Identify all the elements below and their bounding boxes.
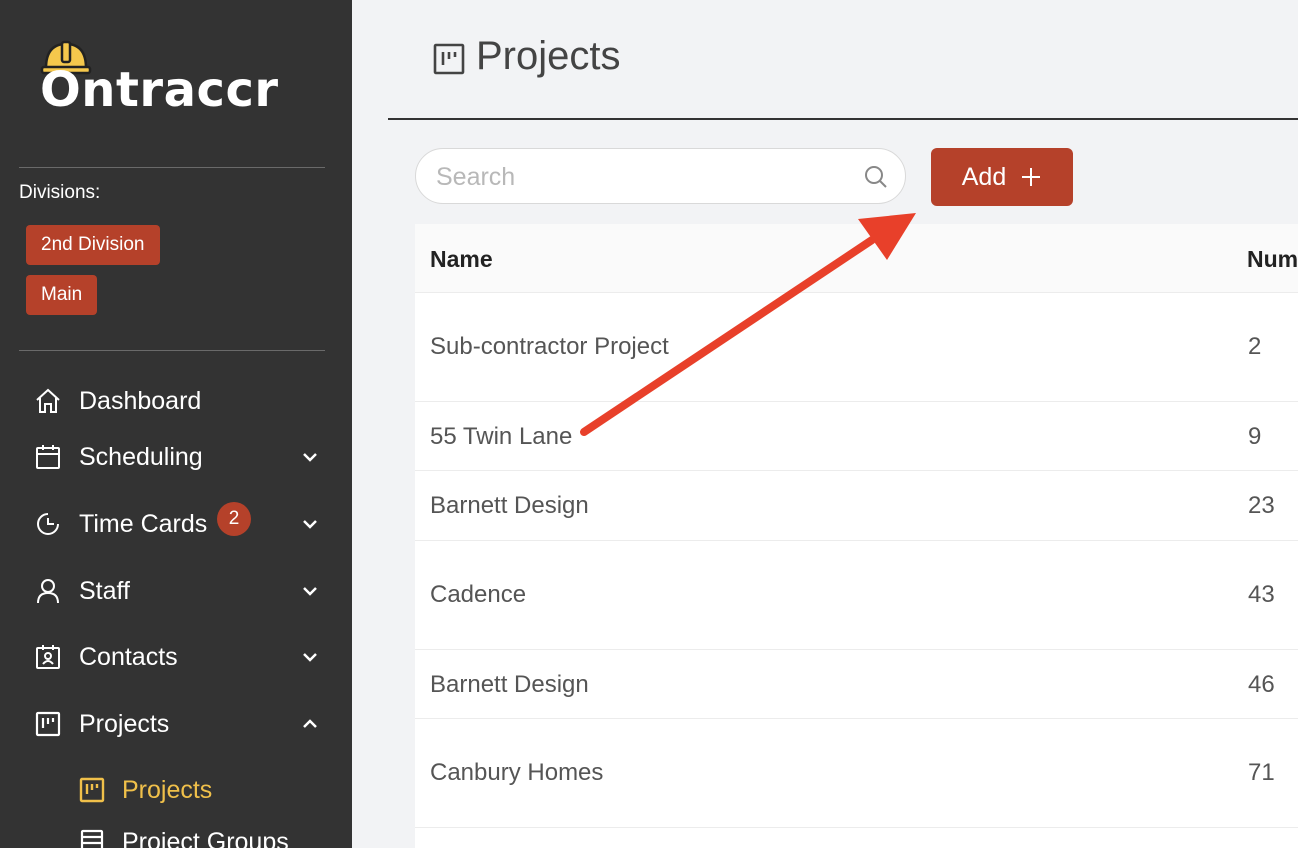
table-row[interactable]: Barnett Design 23 <box>415 471 1298 541</box>
projects-table: Name Num Sub-contractor Project 2 55 Twi… <box>415 224 1298 848</box>
division-tag-2nd-division[interactable]: 2nd Division <box>26 225 160 265</box>
chevron-down-icon[interactable] <box>300 447 320 467</box>
sidebar-item-dashboard[interactable]: Dashboard <box>0 379 352 423</box>
cell-name: Sub-contractor Project <box>430 333 669 360</box>
column-header-number[interactable]: Num <box>1247 246 1298 273</box>
sidebar-item-scheduling[interactable]: Scheduling <box>0 435 352 479</box>
page-title: Projects <box>476 34 621 78</box>
logo-text: Ontraccr <box>40 62 279 118</box>
table-header: Name Num <box>415 224 1298 293</box>
sidebar-subitem-label: Projects <box>122 775 213 804</box>
table-row[interactable]: Barnett Design 46 <box>415 650 1298 719</box>
projects-icon <box>78 776 106 804</box>
sidebar: Ontraccr Divisions: 2nd Division Main Da… <box>0 0 352 848</box>
cell-number: 2 <box>1248 333 1262 360</box>
sidebar-item-projects[interactable]: Projects <box>0 702 352 746</box>
sidebar-divider <box>19 167 325 168</box>
projects-icon <box>34 710 62 738</box>
plus-icon <box>1022 168 1041 186</box>
chevron-up-icon[interactable] <box>300 714 320 734</box>
add-button-label: Add <box>961 162 1007 191</box>
sidebar-subitem-project-groups[interactable]: Project Groups <box>0 820 352 848</box>
contacts-icon <box>34 643 62 671</box>
chevron-down-icon[interactable] <box>300 647 320 667</box>
calendar-icon <box>34 443 62 471</box>
cell-name: 55 Twin Lane <box>430 423 573 450</box>
column-header-name[interactable]: Name <box>430 246 493 273</box>
user-icon <box>34 577 62 605</box>
sidebar-item-label: Scheduling <box>79 442 203 471</box>
notification-badge: 2 <box>217 502 251 536</box>
cell-number: 43 <box>1248 581 1275 608</box>
table-row[interactable]: Canbury Homes 71 <box>415 719 1298 828</box>
cell-number: 23 <box>1248 492 1275 519</box>
search-input[interactable] <box>436 159 856 195</box>
sidebar-divider <box>19 350 325 351</box>
cell-number: 9 <box>1248 423 1262 450</box>
home-icon <box>34 387 62 415</box>
cell-name: Barnett Design <box>430 492 589 519</box>
chevron-down-icon[interactable] <box>300 514 320 534</box>
table-row[interactable]: 55 Twin Lane 9 <box>415 402 1298 471</box>
sidebar-item-contacts[interactable]: Contacts <box>0 635 352 679</box>
cell-number: 46 <box>1248 671 1275 698</box>
sidebar-item-label: Time Cards <box>79 509 208 538</box>
table-row[interactable]: Cadence 43 <box>415 541 1298 650</box>
cell-number: 71 <box>1248 759 1275 786</box>
cell-name: Barnett Design <box>430 671 589 698</box>
projects-icon <box>433 43 465 75</box>
project-groups-icon <box>78 828 106 848</box>
sidebar-subitem-projects[interactable]: Projects <box>0 768 352 812</box>
cell-name: Canbury Homes <box>430 759 604 786</box>
chevron-down-icon[interactable] <box>300 581 320 601</box>
sidebar-item-time-cards[interactable]: Time Cards 2 <box>0 502 352 546</box>
clock-icon <box>34 510 62 538</box>
table-row[interactable]: Sub-contractor Project 2 <box>415 293 1298 402</box>
sidebar-subitem-label: Project Groups <box>122 827 289 848</box>
sidebar-item-label: Projects <box>79 709 170 738</box>
page-header: Projects <box>388 0 1298 120</box>
sidebar-item-label: Contacts <box>79 642 178 671</box>
sidebar-item-label: Staff <box>79 576 130 605</box>
search-icon[interactable] <box>863 164 889 190</box>
divisions-label: Divisions: <box>19 182 101 203</box>
add-project-button[interactable]: Add <box>931 148 1073 206</box>
search-box[interactable] <box>415 148 906 204</box>
division-tag-main[interactable]: Main <box>26 275 98 315</box>
cell-name: Cadence <box>430 581 527 608</box>
sidebar-item-label: Dashboard <box>79 386 202 415</box>
sidebar-item-staff[interactable]: Staff <box>0 569 352 613</box>
ontraccr-logo[interactable]: Ontraccr <box>40 40 320 120</box>
